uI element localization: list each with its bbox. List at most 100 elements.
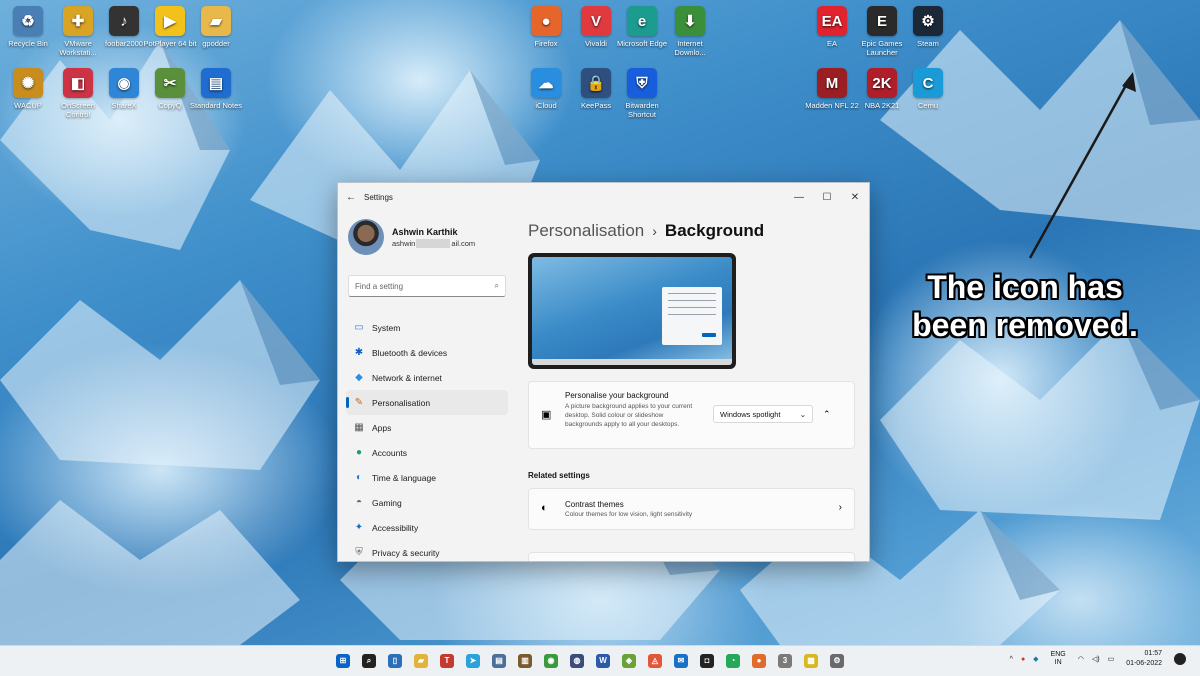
- taskbar-button[interactable]: ◈: [616, 650, 642, 672]
- foobar-icon: ♪: [109, 6, 139, 36]
- next-card-partial[interactable]: [528, 552, 855, 561]
- taskbar-button[interactable]: ⊞: [330, 650, 356, 672]
- desktop-icon-label: EA: [826, 39, 837, 48]
- user-profile[interactable]: Ashwin Karthik ashwin ail.com: [338, 211, 516, 263]
- firefox-taskbar-icon: ●: [752, 654, 766, 668]
- settings-nav: ▭ System ✱ Bluetooth & devices ◆ Network & in…: [338, 315, 516, 561]
- tray-app-icon[interactable]: ●: [1021, 656, 1025, 663]
- taskbar-button[interactable]: ⌕: [356, 650, 382, 672]
- taskbar-button[interactable]: ✉: [668, 650, 694, 672]
- desktop-icon[interactable]: EA EA: [804, 6, 860, 48]
- cemu-icon: C: [913, 68, 943, 98]
- vivaldi-icon: V: [581, 6, 611, 36]
- sidebar-item-time-language[interactable]: ◐ Time & language: [346, 465, 508, 490]
- taskbar-button[interactable]: ▤: [486, 650, 512, 672]
- file-explorer-icon: ▰: [414, 654, 428, 668]
- taskbar-button[interactable]: ▰: [408, 650, 434, 672]
- book-icon: ▥: [518, 654, 532, 668]
- chevron-up-icon[interactable]: ⌃: [823, 409, 831, 420]
- desktop-icon[interactable]: ▤ Standard Notes: [188, 68, 244, 110]
- email-start: ashwin: [392, 238, 416, 248]
- battery-icon[interactable]: ▭: [1108, 655, 1115, 663]
- desktop-icon[interactable]: M Madden NFL 22: [804, 68, 860, 110]
- sidebar-item-network-internet[interactable]: ◆ Network & internet: [346, 365, 508, 390]
- sidebar-item-apps[interactable]: ▦ Apps: [346, 415, 508, 440]
- taskbar-button[interactable]: W: [590, 650, 616, 672]
- firefox-icon: ●: [531, 6, 561, 36]
- notification-icon[interactable]: [1174, 653, 1186, 665]
- annotation-text: The icon has been removed.: [890, 268, 1160, 344]
- maximize-button[interactable]: ☐: [813, 192, 841, 203]
- taskbar-button[interactable]: ◔: [720, 650, 746, 672]
- taskbar-button[interactable]: ●: [746, 650, 772, 672]
- sidebar-item-gaming[interactable]: ◓ Gaming: [346, 490, 508, 515]
- annotation-line-2: been removed.: [912, 307, 1138, 343]
- desktop-icon[interactable]: C Cemu: [900, 68, 956, 110]
- taskbar-button[interactable]: T: [434, 650, 460, 672]
- nba2k21-icon: 2K: [867, 68, 897, 98]
- taskbar-button[interactable]: ➤: [460, 650, 486, 672]
- desktop-icon[interactable]: ♻ Recycle Bin: [0, 6, 56, 48]
- sidebar-item-accessibility[interactable]: ✦ Accessibility: [346, 515, 508, 540]
- desktop-icon-label: Cemu: [917, 101, 938, 110]
- email-redacted: [416, 238, 451, 248]
- desktop-icon[interactable]: ⚙ Steam: [900, 6, 956, 48]
- accounts-icon: ●: [355, 447, 363, 458]
- desktop-icon-label: Internet Downlo...: [674, 39, 706, 57]
- tray-overflow-icon[interactable]: ^: [1010, 656, 1013, 663]
- minimize-button[interactable]: —: [785, 192, 813, 203]
- background-type-dropdown[interactable]: Windows spotlight ⌄: [713, 405, 813, 423]
- time-language-icon: ◐: [355, 472, 363, 483]
- start-icon: ⊞: [336, 654, 350, 668]
- taskbar-apps: ⊞ ⌕ ▯ ▰ T ➤ ▤ ▥ ◉ ◍ W ◈ ◬ ✉ ◘ ◔ ● 3 ▩ ⚙: [330, 650, 850, 672]
- sidebar-item-label: Accessibility: [372, 522, 419, 533]
- taskbar-button[interactable]: ⚙: [824, 650, 850, 672]
- sidebar-item-accounts[interactable]: ● Accounts: [346, 440, 508, 465]
- volume-icon[interactable]: ◁): [1092, 655, 1100, 663]
- sidebar-item-privacy-security[interactable]: ⛨ Privacy & security: [346, 540, 508, 561]
- sidebar-item-bluetooth-devices[interactable]: ✱ Bluetooth & devices: [346, 340, 508, 365]
- whatsapp-icon: ◔: [726, 654, 740, 668]
- close-button[interactable]: ✕: [841, 192, 869, 203]
- tray-app2-icon[interactable]: ◆: [1033, 655, 1038, 663]
- taskbar-button[interactable]: 3: [772, 650, 798, 672]
- search-icon: ⌕: [494, 281, 499, 290]
- desktop-icon[interactable]: ▰ gpodder: [188, 6, 244, 48]
- search-input[interactable]: Find a setting ⌕: [348, 275, 506, 297]
- taskbar-button[interactable]: ◘: [694, 650, 720, 672]
- taskbar-button[interactable]: ◬: [642, 650, 668, 672]
- taskbar-button[interactable]: ▥: [512, 650, 538, 672]
- annotation-arrowhead: [1122, 72, 1136, 92]
- copyq-icon: ✂: [155, 68, 185, 98]
- desktop-icon[interactable]: ⬇ Internet Downlo...: [662, 6, 718, 57]
- bluetooth-icon: ✱: [354, 347, 364, 358]
- desktop-icon-label: WACUP: [14, 101, 42, 110]
- desktop-icon[interactable]: ⛨ Bitwarden Shortcut: [614, 68, 670, 119]
- dropdown-value: Windows spotlight: [720, 409, 781, 419]
- keepass-icon: 🔒: [581, 68, 611, 98]
- contrast-themes-card[interactable]: ◐ Contrast themes Colour themes for low …: [528, 488, 855, 530]
- wacup-icon: ✺: [13, 68, 43, 98]
- sidebar-item-system[interactable]: ▭ System: [346, 315, 508, 340]
- breadcrumb-parent[interactable]: Personalisation: [528, 221, 644, 241]
- desktop-icon[interactable]: ☁ iCloud: [518, 68, 574, 110]
- desktop-icon-label: Bitwarden Shortcut: [625, 101, 659, 119]
- taskbar-button[interactable]: ▩: [798, 650, 824, 672]
- language-indicator[interactable]: ENG IN: [1051, 651, 1066, 667]
- sidebar-item-personalisation[interactable]: ✎ Personalisation: [346, 390, 508, 415]
- gaming-icon: ◓: [355, 497, 363, 508]
- wifi-icon[interactable]: ◠: [1078, 655, 1084, 663]
- settings-window: ← Settings — ☐ ✕ Ashwin Karthik ashwin ai…: [337, 182, 870, 562]
- taskbar: ⊞ ⌕ ▯ ▰ T ➤ ▤ ▥ ◉ ◍ W ◈ ◬ ✉ ◘ ◔ ● 3 ▩ ⚙ ^ ● ◆ ENG IN ◠ ◁) ▭…: [0, 645, 1200, 676]
- clock[interactable]: 01:57 01-06-2022: [1126, 649, 1162, 669]
- desktop-icon[interactable]: ✺ WACUP: [0, 68, 56, 110]
- search-placeholder: Find a setting: [355, 281, 404, 291]
- clock-date: 01-06-2022: [1126, 660, 1162, 667]
- personalise-background-card[interactable]: ▣ Personalise your background A picture …: [528, 381, 855, 449]
- taskbar-button[interactable]: ◍: [564, 650, 590, 672]
- desktop-icon[interactable]: ● Firefox: [518, 6, 574, 48]
- taskbar-button[interactable]: ▯: [382, 650, 408, 672]
- taskbar-button[interactable]: ◉: [538, 650, 564, 672]
- back-button[interactable]: ←: [338, 192, 364, 203]
- system-icon: ▭: [354, 322, 364, 333]
